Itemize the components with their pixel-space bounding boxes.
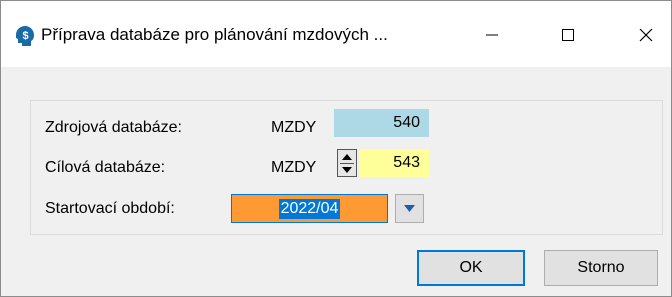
close-icon <box>639 28 653 42</box>
target-db-prefix: MZDY <box>271 159 317 176</box>
title-bar: $ Příprava databáze pro plánování mzdový… <box>1 1 671 67</box>
source-db-prefix: MZDY <box>271 119 317 136</box>
triangle-down-icon <box>342 166 352 173</box>
window-title: Příprava databáze pro plánování mzdových… <box>41 25 388 44</box>
target-db-input[interactable]: 543 <box>360 149 429 177</box>
target-db-spinner[interactable] <box>337 149 357 177</box>
maximize-button[interactable] <box>545 19 591 51</box>
start-period-input[interactable]: 2022/04 <box>231 194 388 223</box>
dialog-window: $ Příprava databáze pro plánování mzdový… <box>0 0 672 297</box>
target-db-label: Cílová databáze: <box>45 159 166 176</box>
spin-down-button[interactable] <box>338 163 356 176</box>
triangle-up-icon <box>342 153 352 160</box>
spin-up-button[interactable] <box>338 150 356 163</box>
minimize-button[interactable] <box>469 19 515 51</box>
close-button[interactable] <box>623 19 669 51</box>
dollar-head-icon: $ <box>16 26 34 46</box>
cancel-button[interactable]: Storno <box>544 250 658 286</box>
source-db-label: Zdrojová databáze: <box>45 119 182 136</box>
start-period-label: Startovací období: <box>45 200 175 217</box>
source-db-value: 540 <box>334 109 429 137</box>
minimize-icon <box>486 34 498 36</box>
svg-text:$: $ <box>22 30 28 42</box>
start-period-dropdown-button[interactable] <box>395 194 424 223</box>
arrow-down-icon <box>404 205 415 212</box>
start-period-value: 2022/04 <box>278 198 341 219</box>
ok-button[interactable]: OK <box>417 250 525 286</box>
maximize-icon <box>562 29 574 41</box>
